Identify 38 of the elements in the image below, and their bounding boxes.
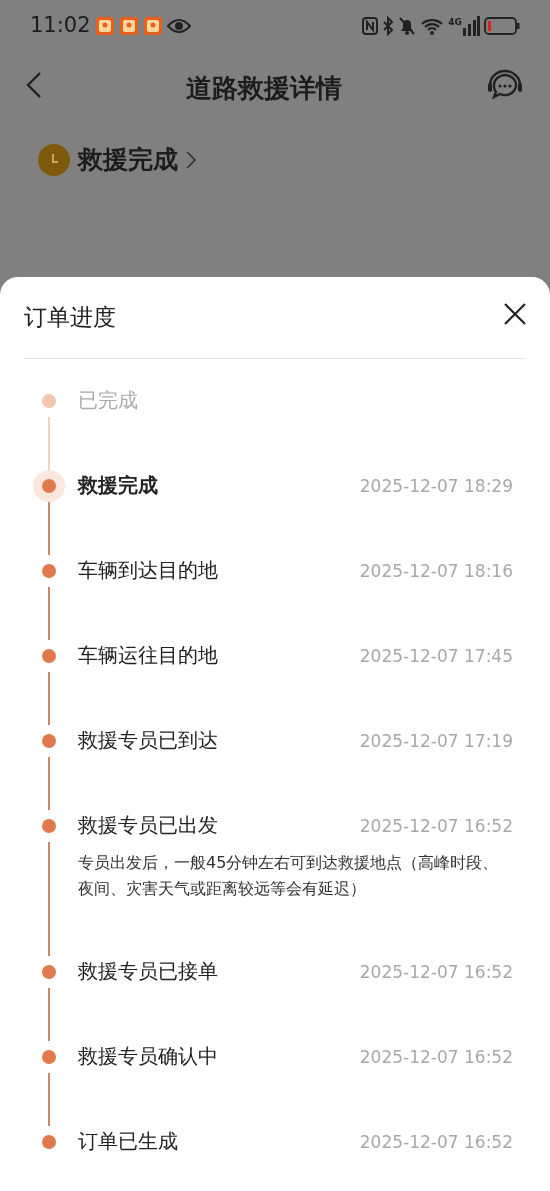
step-time: 2025-12-07 18:29	[359, 475, 513, 498]
muted-bell-icon	[398, 16, 417, 36]
step-title: 车辆到达目的地	[78, 558, 218, 584]
step-title: 救援专员已接单	[78, 959, 218, 985]
step-time: 2025-12-07 16:52	[359, 1046, 513, 1069]
sheet-title: 订单进度	[24, 303, 116, 333]
nfc-icon	[362, 16, 379, 36]
step-title: 救援完成	[78, 473, 158, 499]
step-time: 2025-12-07 16:52	[359, 961, 513, 984]
step-title: 已完成	[78, 388, 138, 414]
notification-icon	[118, 16, 139, 36]
notification-icon	[94, 16, 115, 36]
step-title: 订单已生成	[78, 1129, 178, 1155]
eye-icon	[166, 18, 191, 34]
notification-icon	[142, 16, 163, 36]
close-icon	[504, 303, 526, 325]
step-note: 专员出发后，一般45分钟左右可到达救援地点（高峰时段、夜间、灾害天气或距离较远等会有延迟）	[78, 852, 500, 900]
step-time: 2025-12-07 17:19	[359, 730, 513, 753]
page-title: 道路救援详情	[185, 71, 343, 105]
chevron-right-icon	[186, 151, 196, 169]
battery-icon	[484, 17, 520, 35]
back-icon	[26, 70, 42, 99]
status-link[interactable]: 救援完成	[78, 141, 196, 179]
step-time: 2025-12-07 18:16	[359, 560, 513, 583]
step-title: 救援专员已到达	[78, 728, 218, 754]
step-title: 车辆运往目的地	[78, 643, 218, 669]
status-time: 11:02	[30, 12, 91, 40]
step-time: 2025-12-07 16:52	[359, 815, 513, 838]
network-label: 4G	[448, 16, 462, 29]
clock-icon	[38, 144, 70, 176]
step-title: 救援专员确认中	[78, 1044, 218, 1070]
step-title: 救援专员已出发	[78, 813, 218, 839]
wifi-icon	[420, 17, 445, 35]
signal-icon	[462, 16, 480, 36]
step-time: 2025-12-07 17:45	[359, 645, 513, 668]
step-time: 2025-12-07 16:52	[359, 1131, 513, 1154]
headset-chat-icon	[486, 67, 524, 102]
bluetooth-icon	[382, 16, 395, 36]
